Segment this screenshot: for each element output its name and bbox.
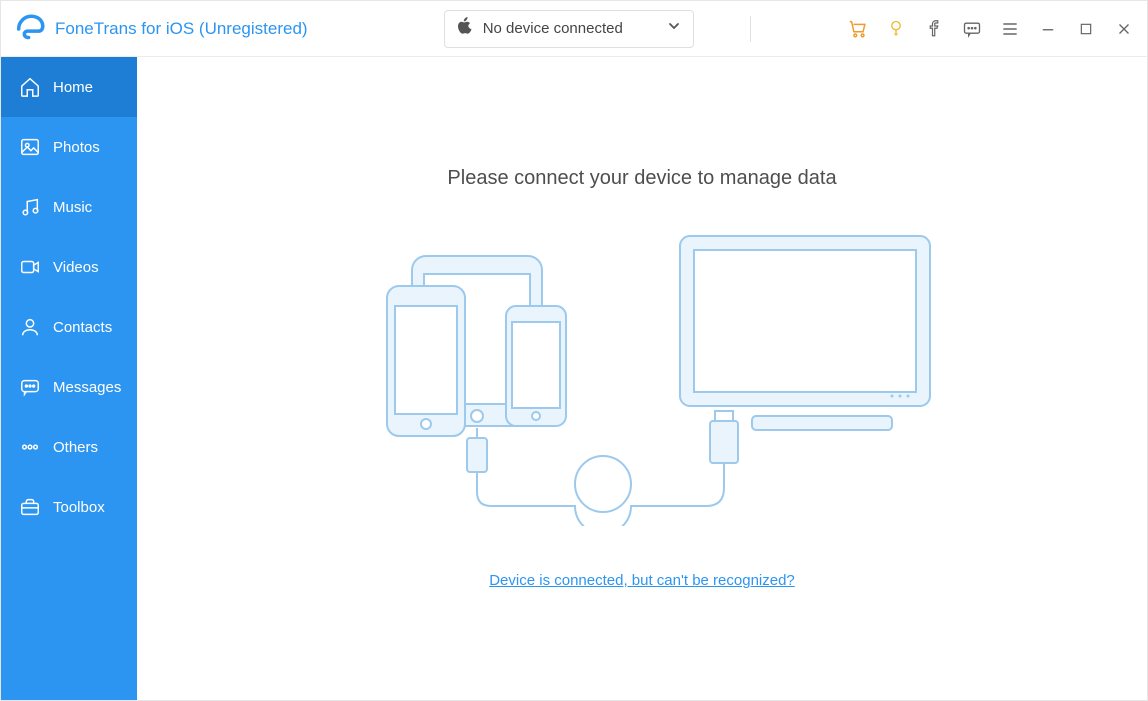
device-not-recognized-link[interactable]: Device is connected, but can't be recogn… [489,572,795,589]
sidebar-item-label: Contacts [53,319,112,336]
sidebar-item-photos[interactable]: Photos [1,117,137,177]
feedback-icon[interactable] [961,18,983,40]
sidebar-item-toolbox[interactable]: Toolbox [1,477,137,537]
sidebar-item-label: Photos [53,139,100,156]
messages-icon [19,376,41,398]
apple-icon [457,17,473,40]
toolbox-icon [19,496,41,518]
device-selector-label: No device connected [483,20,667,37]
home-icon [19,76,41,98]
sidebar-item-label: Others [53,439,98,456]
titlebar-actions [847,18,1135,40]
minimize-icon[interactable] [1037,18,1059,40]
connect-prompt: Please connect your device to manage dat… [447,167,836,190]
divider [750,16,751,42]
sidebar-item-videos[interactable]: Videos [1,237,137,297]
sidebar-item-label: Toolbox [53,499,105,516]
sidebar-item-label: Home [53,79,93,96]
device-selector[interactable]: No device connected [444,10,694,48]
app-title: FoneTrans for iOS (Unregistered) [55,19,308,39]
music-icon [19,196,41,218]
sidebar: Home Photos Music Videos Contacts Messag [1,57,137,700]
connect-illustration [332,226,952,526]
videos-icon [19,256,41,278]
app-window: FoneTrans for iOS (Unregistered) No devi… [0,0,1148,701]
photos-icon [19,136,41,158]
close-icon[interactable] [1113,18,1135,40]
titlebar: FoneTrans for iOS (Unregistered) No devi… [1,1,1147,57]
sidebar-item-messages[interactable]: Messages [1,357,137,417]
chevron-down-icon [667,19,681,38]
contacts-icon [19,316,41,338]
sidebar-item-label: Music [53,199,92,216]
sidebar-item-contacts[interactable]: Contacts [1,297,137,357]
body: Home Photos Music Videos Contacts Messag [1,57,1147,700]
sidebar-item-others[interactable]: Others [1,417,137,477]
cart-icon[interactable] [847,18,869,40]
sidebar-item-home[interactable]: Home [1,57,137,117]
sidebar-item-music[interactable]: Music [1,177,137,237]
app-logo-icon [13,12,47,46]
sidebar-item-label: Videos [53,259,99,276]
menu-icon[interactable] [999,18,1021,40]
facebook-icon[interactable] [923,18,945,40]
key-icon[interactable] [885,18,907,40]
main-content: Please connect your device to manage dat… [137,57,1147,700]
others-icon [19,436,41,458]
sidebar-item-label: Messages [53,379,121,396]
maximize-icon[interactable] [1075,18,1097,40]
